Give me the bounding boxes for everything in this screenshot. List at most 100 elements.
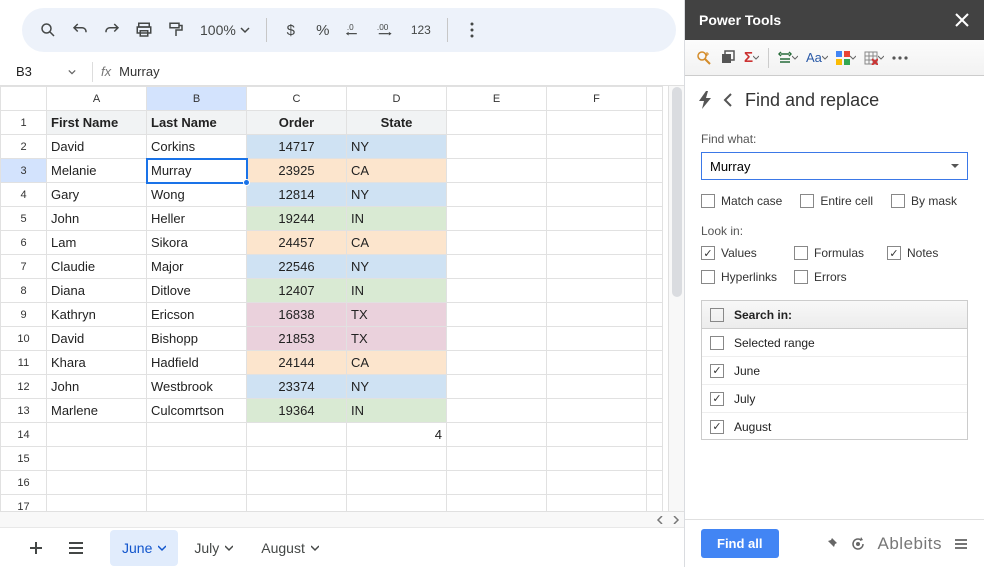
col-header-D[interactable]: D bbox=[347, 87, 447, 111]
cell-D6[interactable]: CA bbox=[347, 231, 447, 255]
cell-F14[interactable] bbox=[547, 423, 647, 447]
cell-A3[interactable]: Melanie bbox=[47, 159, 147, 183]
cell-C5[interactable]: 19244 bbox=[247, 207, 347, 231]
cell-E9[interactable] bbox=[447, 303, 547, 327]
cell-E11[interactable] bbox=[447, 351, 547, 375]
cell-E14[interactable] bbox=[447, 423, 547, 447]
cell-A14[interactable] bbox=[47, 423, 147, 447]
cell-B16[interactable] bbox=[147, 471, 247, 495]
cell-E7[interactable] bbox=[447, 255, 547, 279]
cell-A11[interactable]: Khara bbox=[47, 351, 147, 375]
row-header-3[interactable]: 3 bbox=[1, 159, 47, 183]
cell-F15[interactable] bbox=[547, 447, 647, 471]
cell-A9[interactable]: Kathryn bbox=[47, 303, 147, 327]
cell-D2[interactable]: NY bbox=[347, 135, 447, 159]
cell-A4[interactable]: Gary bbox=[47, 183, 147, 207]
cell-D12[interactable]: NY bbox=[347, 375, 447, 399]
col-header-A[interactable]: A bbox=[47, 87, 147, 111]
cell-C8[interactable]: 12407 bbox=[247, 279, 347, 303]
row-header-1[interactable]: 1 bbox=[1, 111, 47, 135]
cell-B4[interactable]: Wong bbox=[147, 183, 247, 207]
cell-A5[interactable]: John bbox=[47, 207, 147, 231]
notes-checkbox[interactable]: Notes bbox=[887, 246, 938, 260]
cell-B3[interactable]: Murray bbox=[147, 159, 247, 183]
tool-text-icon[interactable]: Aa bbox=[803, 44, 831, 72]
row-header-14[interactable]: 14 bbox=[1, 423, 47, 447]
col-header-C[interactable]: C bbox=[247, 87, 347, 111]
sheet-tab-july[interactable]: July bbox=[182, 530, 245, 566]
row-header-15[interactable]: 15 bbox=[1, 447, 47, 471]
row-header-12[interactable]: 12 bbox=[1, 375, 47, 399]
row-header-16[interactable]: 16 bbox=[1, 471, 47, 495]
sheet-tab-august[interactable]: August bbox=[249, 530, 331, 566]
cell-D3[interactable]: CA bbox=[347, 159, 447, 183]
cell-C14[interactable] bbox=[247, 423, 347, 447]
row-header-6[interactable]: 6 bbox=[1, 231, 47, 255]
cell-A8[interactable]: Diana bbox=[47, 279, 147, 303]
cell-C15[interactable] bbox=[247, 447, 347, 471]
formulas-checkbox[interactable]: Formulas bbox=[794, 246, 869, 260]
horizontal-scrollbar[interactable] bbox=[0, 511, 684, 527]
cell-E2[interactable] bbox=[447, 135, 547, 159]
refresh-icon[interactable] bbox=[850, 536, 866, 552]
cell-E16[interactable] bbox=[447, 471, 547, 495]
cell-E1[interactable] bbox=[447, 111, 547, 135]
cell-D10[interactable]: TX bbox=[347, 327, 447, 351]
cell-E8[interactable] bbox=[447, 279, 547, 303]
more-tools-icon[interactable] bbox=[889, 44, 911, 72]
cell-F10[interactable] bbox=[547, 327, 647, 351]
find-all-button[interactable]: Find all bbox=[701, 529, 779, 558]
chevron-down-icon[interactable] bbox=[225, 544, 233, 552]
cell-D16[interactable] bbox=[347, 471, 447, 495]
cell-F8[interactable] bbox=[547, 279, 647, 303]
cell-B9[interactable]: Ericson bbox=[147, 303, 247, 327]
by-mask-checkbox[interactable]: By mask bbox=[891, 194, 957, 208]
cell-B7[interactable]: Major bbox=[147, 255, 247, 279]
percent-icon[interactable]: % bbox=[309, 16, 337, 44]
cell-reference-box[interactable]: B3 bbox=[14, 64, 84, 79]
cell-C2[interactable]: 14717 bbox=[247, 135, 347, 159]
increase-decimal-icon[interactable]: .00 bbox=[373, 16, 401, 44]
entire-cell-checkbox[interactable]: Entire cell bbox=[800, 194, 873, 208]
cell-F9[interactable] bbox=[547, 303, 647, 327]
pin-icon[interactable] bbox=[824, 537, 838, 551]
search-icon[interactable] bbox=[34, 16, 62, 44]
tool-spacing-icon[interactable] bbox=[775, 44, 801, 72]
cell-C13[interactable]: 19364 bbox=[247, 399, 347, 423]
cell-D8[interactable]: IN bbox=[347, 279, 447, 303]
cell-B15[interactable] bbox=[147, 447, 247, 471]
cell-A1[interactable]: First Name bbox=[47, 111, 147, 135]
more-icon[interactable] bbox=[458, 16, 486, 44]
cell-F12[interactable] bbox=[547, 375, 647, 399]
cell-A2[interactable]: David bbox=[47, 135, 147, 159]
hyperlinks-checkbox[interactable]: Hyperlinks bbox=[701, 270, 776, 284]
cell-C16[interactable] bbox=[247, 471, 347, 495]
row-header-13[interactable]: 13 bbox=[1, 399, 47, 423]
cell-E15[interactable] bbox=[447, 447, 547, 471]
cell-C17[interactable] bbox=[247, 495, 347, 512]
formula-content[interactable]: Murray bbox=[119, 64, 159, 79]
back-icon[interactable] bbox=[723, 92, 733, 108]
menu-icon[interactable] bbox=[954, 537, 968, 551]
find-dropdown-icon[interactable] bbox=[943, 162, 967, 170]
cell-A7[interactable]: Claudie bbox=[47, 255, 147, 279]
cell-D17[interactable] bbox=[347, 495, 447, 512]
select-all-corner[interactable] bbox=[1, 87, 47, 111]
vertical-scrollbar[interactable] bbox=[668, 86, 684, 511]
errors-checkbox[interactable]: Errors bbox=[794, 270, 847, 284]
search-item-july[interactable]: July bbox=[702, 385, 967, 413]
cell-D4[interactable]: NY bbox=[347, 183, 447, 207]
tool-sigma-icon[interactable]: Σ bbox=[741, 44, 762, 72]
col-header-B[interactable]: B bbox=[147, 87, 247, 111]
cell-C9[interactable]: 16838 bbox=[247, 303, 347, 327]
cell-D13[interactable]: IN bbox=[347, 399, 447, 423]
cell-F1[interactable] bbox=[547, 111, 647, 135]
more-formats-button[interactable]: 123 bbox=[405, 16, 437, 44]
cell-C3[interactable]: 23925 bbox=[247, 159, 347, 183]
cell-A15[interactable] bbox=[47, 447, 147, 471]
cell-E13[interactable] bbox=[447, 399, 547, 423]
cell-C7[interactable]: 22546 bbox=[247, 255, 347, 279]
tool-smart-icon[interactable] bbox=[693, 44, 715, 72]
cell-E12[interactable] bbox=[447, 375, 547, 399]
scroll-left-icon[interactable] bbox=[652, 512, 668, 528]
